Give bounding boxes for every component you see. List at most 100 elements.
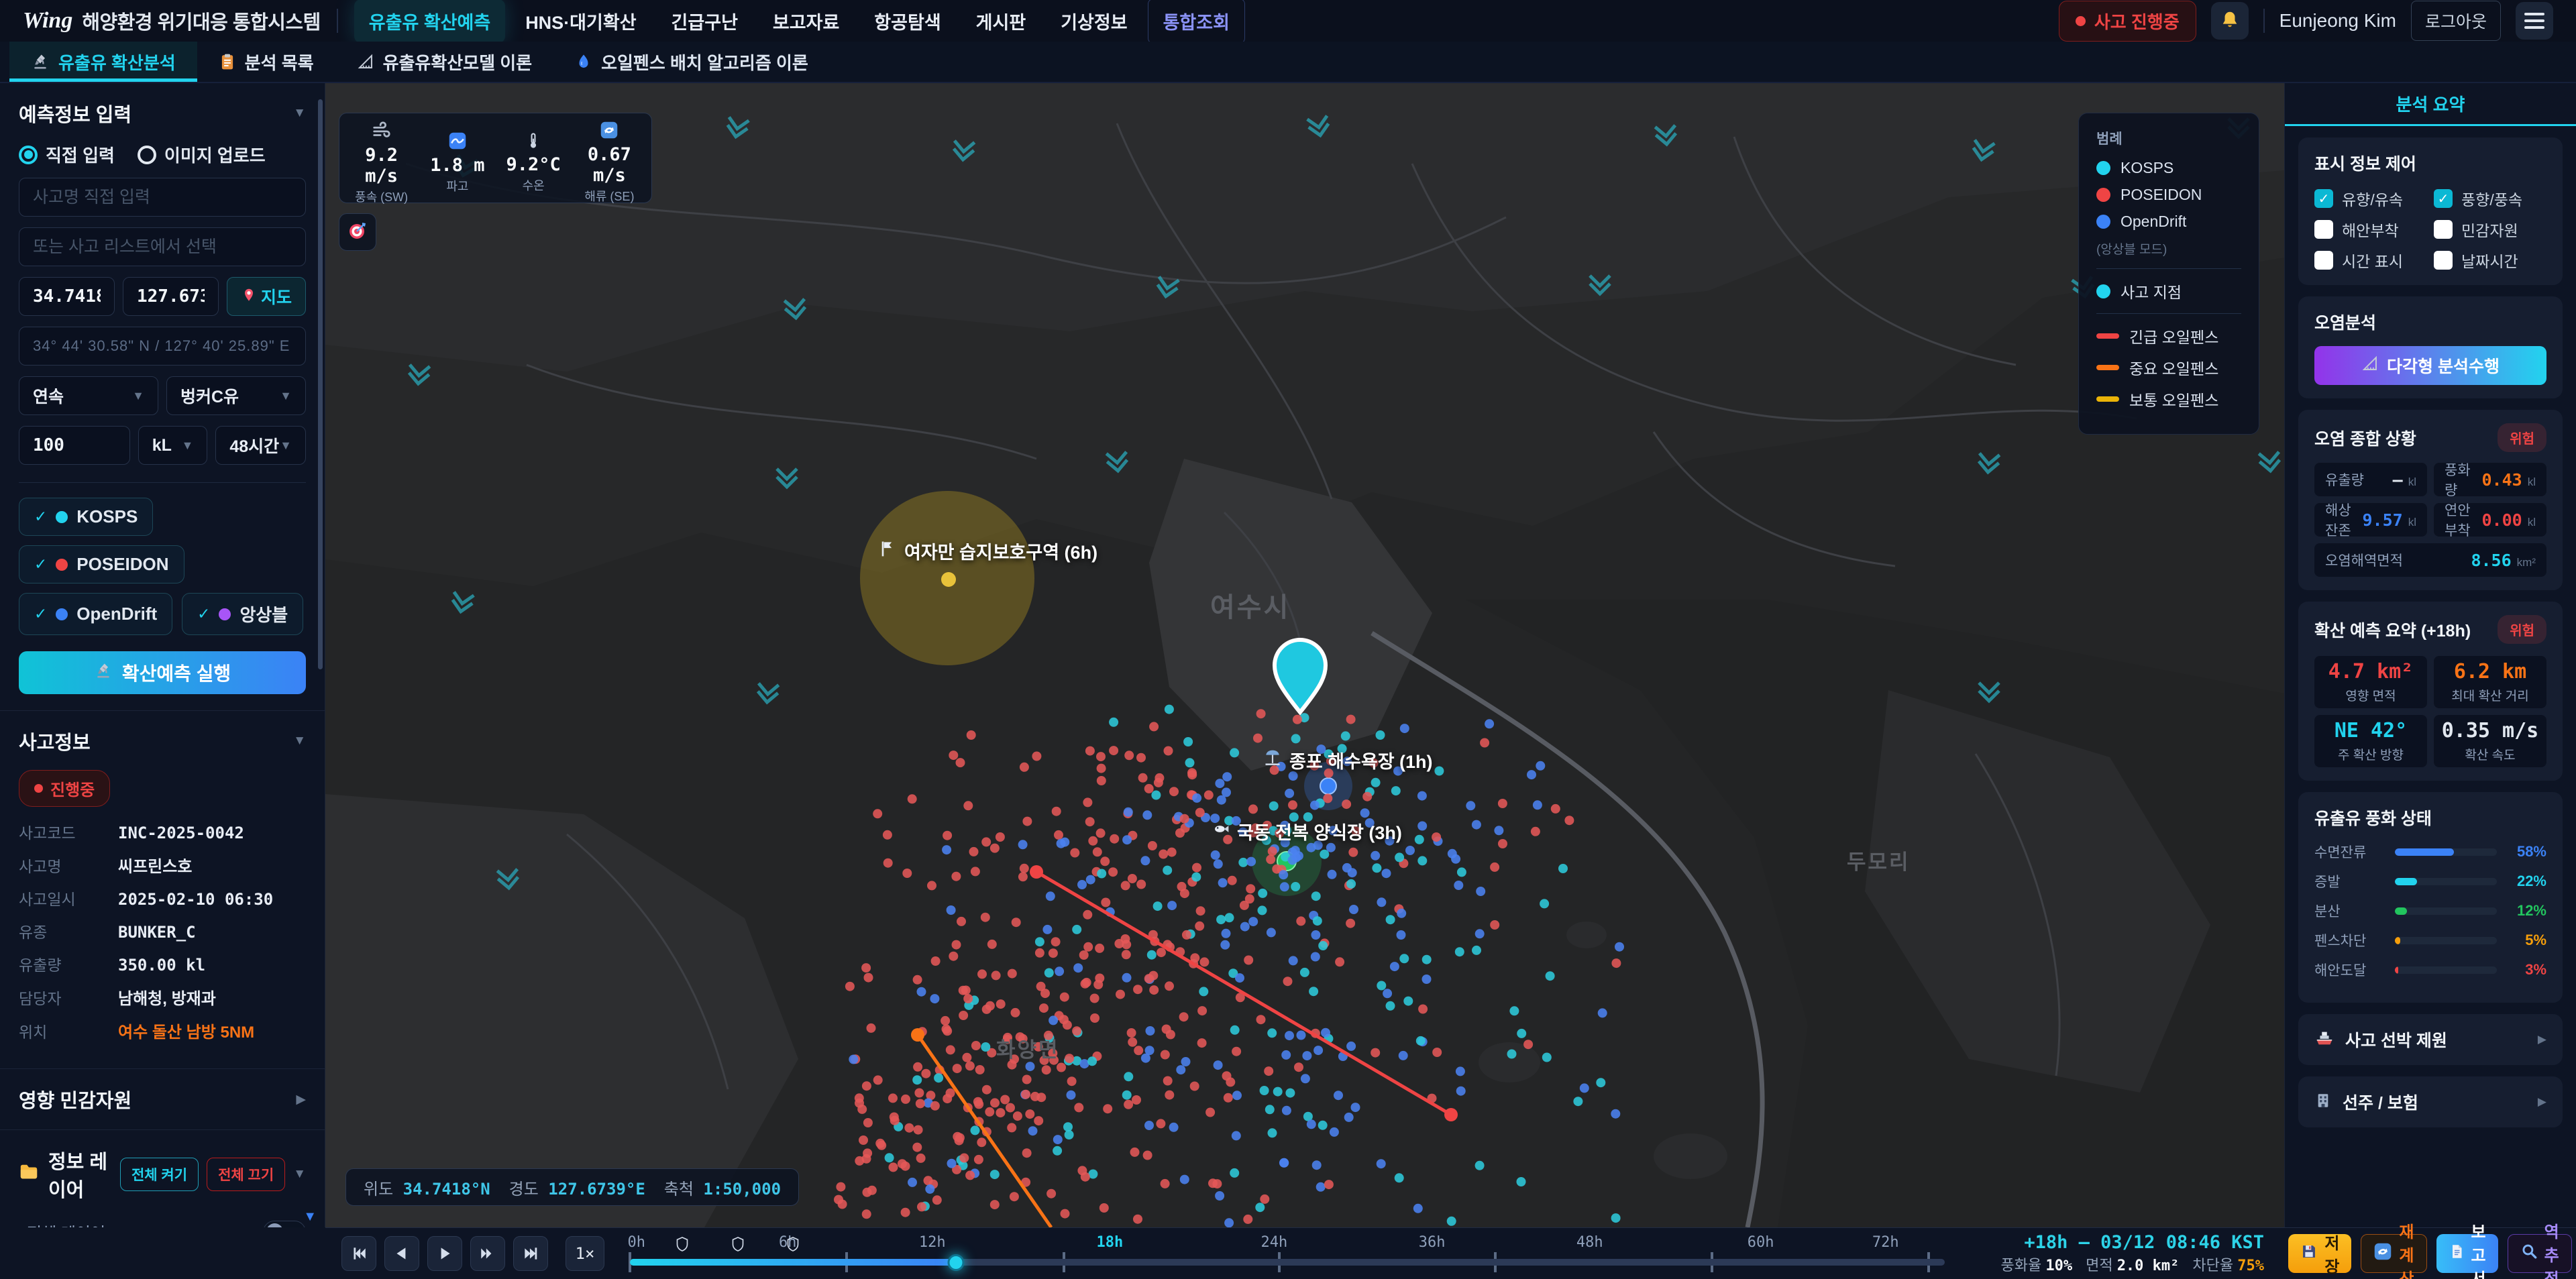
timeline-label-72h[interactable]: 72h: [1872, 1234, 1899, 1251]
nav-item-2[interactable]: 긴급구난: [657, 0, 753, 43]
beach-point[interactable]: [1320, 778, 1336, 794]
longitude-input[interactable]: [123, 277, 219, 316]
report-button[interactable]: 보고서: [2436, 1234, 2498, 1273]
incident-list-input[interactable]: [19, 227, 306, 266]
display-option-민감자원[interactable]: 민감자원: [2434, 218, 2546, 241]
stat-unit: kl: [2528, 476, 2536, 489]
field-label: 사고일시: [19, 887, 107, 909]
shield-marker-icon[interactable]: [731, 1236, 745, 1256]
tab-2[interactable]: 유출유확산모델 이론: [335, 42, 554, 82]
amount-input[interactable]: [19, 426, 130, 465]
collapse-icon[interactable]: ▼: [293, 106, 306, 121]
model-toggle-OpenDrift[interactable]: ✓OpenDrift: [19, 593, 172, 635]
run-prediction-button[interactable]: 확산예측 실행: [19, 651, 306, 694]
skip-end-button[interactable]: [513, 1236, 548, 1271]
incident-status-badge: 진행중: [19, 770, 110, 807]
nav-item-7[interactable]: 통합조회: [1148, 0, 1245, 44]
skip-start-button[interactable]: [341, 1236, 376, 1271]
save-button[interactable]: 저장: [2288, 1234, 2351, 1273]
folder-icon: [19, 1162, 39, 1187]
unit-select[interactable]: kL▼: [138, 426, 208, 465]
vessel-spec-card[interactable]: 사고 선박 제원 ▶: [2298, 1014, 2563, 1065]
nav-item-4[interactable]: 항공탐색: [859, 0, 955, 43]
latitude-input[interactable]: [19, 277, 115, 316]
collapse-icon[interactable]: ▼: [293, 1167, 306, 1182]
logout-button[interactable]: 로그아웃: [2411, 1, 2501, 41]
tab-label: 오일펜스 배치 알고리즘 이론: [601, 50, 808, 74]
timeline-label-12h[interactable]: 12h: [919, 1234, 946, 1251]
tab-1[interactable]: 분석 목록: [197, 42, 335, 82]
collapse-icon[interactable]: ▼: [293, 734, 306, 748]
nav-item-1[interactable]: HNS·대기확산: [511, 0, 651, 43]
play-button[interactable]: [427, 1236, 462, 1271]
fence-endpoint[interactable]: [1444, 1108, 1458, 1121]
timeline-label-24h[interactable]: 24h: [1261, 1234, 1288, 1251]
incident-name-input[interactable]: [19, 178, 306, 217]
incident-active-badge[interactable]: 사고 진행중: [2059, 1, 2196, 42]
tab-0[interactable]: 유출유 확산분석: [9, 42, 197, 82]
model-toggle-POSEIDON[interactable]: ✓POSEIDON: [19, 545, 184, 583]
tile-value: 6.2 km: [2454, 660, 2526, 683]
map-area[interactable]: 여수시 화양면 두모리 9.2 m/s풍속 (SW)1.8 m파고9.2°C수온…: [325, 83, 2284, 1227]
pick-on-map-button[interactable]: 지도: [227, 277, 306, 316]
polygon-analysis-button[interactable]: 다각형 분석수행: [2314, 346, 2546, 385]
timeline-label-36h[interactable]: 36h: [1419, 1234, 1446, 1251]
shield-marker-icon[interactable]: [676, 1236, 689, 1256]
recenter-target-button[interactable]: [339, 213, 376, 251]
display-option-시간 표시[interactable]: 시간 표시: [2314, 249, 2427, 272]
direct-input-radio[interactable]: 직접 입력: [19, 142, 115, 167]
layers-all-off-button[interactable]: 전체 끄기: [207, 1158, 285, 1191]
oil-type-select[interactable]: 벙커C유▼: [166, 376, 306, 415]
backtrack-button[interactable]: 역추적: [2508, 1234, 2572, 1273]
incident-field-row: 사고명씨프린스호: [19, 853, 306, 877]
wetland-point[interactable]: [941, 572, 956, 587]
timeline-track[interactable]: [630, 1259, 1945, 1266]
fence-endpoint[interactable]: [1030, 865, 1043, 879]
notifications-button[interactable]: [2211, 2, 2249, 40]
incident-badge-label: 사고 진행중: [2094, 9, 2180, 34]
display-option-날짜시간[interactable]: 날짜시간: [2434, 249, 2546, 272]
owner-insurance-card[interactable]: 선주 / 보험 ▶: [2298, 1076, 2563, 1127]
timeline-thumb[interactable]: [948, 1254, 965, 1271]
expand-icon[interactable]: ▶: [296, 1092, 306, 1107]
wetland-annotation[interactable]: 여자만 습지보호구역 (6h): [878, 538, 1097, 564]
display-option-풍향/풍속[interactable]: ✓풍향/풍속: [2434, 187, 2546, 210]
model-toggle-KOSPS[interactable]: ✓KOSPS: [19, 498, 153, 536]
model-toggle-앙상블[interactable]: ✓앙상블: [182, 593, 303, 635]
nav-item-5[interactable]: 게시판: [961, 0, 1041, 43]
timeline-label-0h[interactable]: 0h: [628, 1234, 646, 1251]
sub-tabbar: 유출유 확산분석분석 목록유출유확산모델 이론 오일펜스 배치 알고리즘 이론: [0, 42, 2576, 83]
info-layers-section: 정보 레이어 전체 켜기 전체 끄기 ▼ 전체 레이어 어장정보17,129▼민…: [0, 1130, 325, 1227]
spill-type-select[interactable]: 연속▼: [19, 376, 158, 415]
nav-item-3[interactable]: 보고자료: [758, 0, 854, 43]
step-back-button[interactable]: [384, 1236, 419, 1271]
playback-speed-button[interactable]: 1×: [566, 1236, 604, 1271]
display-option-해안부착[interactable]: 해안부착: [2314, 218, 2427, 241]
menu-button[interactable]: [2516, 2, 2553, 40]
nav-item-0[interactable]: 유출유 확산예측: [354, 0, 505, 43]
tab-analysis-summary[interactable]: 분석 요약: [2285, 83, 2576, 126]
nav-item-6[interactable]: 기상정보: [1046, 0, 1142, 43]
tab-3[interactable]: 오일펜스 배치 알고리즘 이론: [553, 42, 830, 82]
timeline[interactable]: 0h6h12h18h24h36h48h60h72h: [630, 1228, 1945, 1279]
tile-label: 확산 속도: [2465, 745, 2515, 763]
timeline-label-60h[interactable]: 60h: [1748, 1234, 1774, 1251]
timeline-label-48h[interactable]: 48h: [1576, 1234, 1603, 1251]
beach-annotation[interactable]: 종포 해수욕장 (1h): [1263, 747, 1433, 773]
map-canvas[interactable]: 여수시 화양면 두모리: [325, 83, 2284, 1227]
fence-endpoint[interactable]: [911, 1028, 924, 1042]
timeline-label-18h[interactable]: 18h: [1097, 1234, 1124, 1251]
fast-forward-button[interactable]: [470, 1236, 505, 1271]
sidebar-scrollbar[interactable]: [318, 99, 323, 669]
display-option-유향/유속[interactable]: ✓유향/유속: [2314, 187, 2427, 210]
farm-annotation[interactable]: 국동 전복 양식장 (3h): [1212, 818, 1402, 844]
lat-label: 위도: [364, 1180, 393, 1199]
button-label: 다각형 분석수행: [2387, 353, 2500, 378]
image-upload-radio[interactable]: 이미지 업로드: [138, 142, 266, 167]
master-layer-toggle[interactable]: [263, 1221, 306, 1228]
duration-select[interactable]: 48시간▼: [215, 426, 306, 465]
layers-all-on-button[interactable]: 전체 켜기: [120, 1158, 199, 1191]
shield-marker-icon[interactable]: [786, 1236, 800, 1256]
recalculate-button[interactable]: 재계산: [2361, 1234, 2426, 1273]
dms-readout: 34° 44' 30.58" N / 127° 40' 25.89" E: [19, 327, 306, 366]
